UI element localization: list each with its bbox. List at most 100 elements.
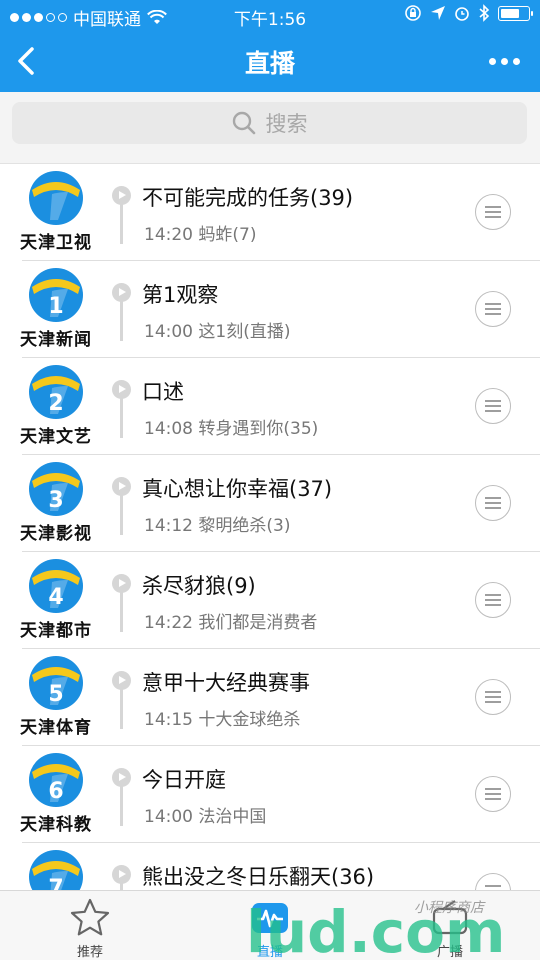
channel-number: 1 — [48, 294, 63, 319]
channel-list: 天津卫视 不可能完成的任务(39) 14:20 蚂蚱(7) 1 天津新闻 第1观… — [0, 164, 540, 890]
tab-live[interactable]: 直播 — [210, 891, 330, 961]
current-program: 意甲十大经典赛事 — [142, 671, 310, 695]
tianjin-tv-logo-icon: 5 — [29, 656, 83, 710]
channel-number: 2 — [48, 391, 63, 416]
timeline — [112, 865, 132, 890]
next-program: 14:22 我们都是消费者 — [144, 613, 318, 633]
program-list-button[interactable] — [475, 388, 511, 424]
live-tv-icon — [252, 903, 288, 933]
channel-number: 3 — [48, 488, 63, 513]
tab-live-label: 直播 — [256, 945, 283, 960]
tianjin-tv-logo-icon: 6 — [29, 753, 83, 807]
tianjin-tv-logo-icon: 3 — [29, 462, 83, 516]
channel-logo: 7 — [14, 849, 98, 890]
channel-row[interactable]: 4 天津都市 杀尽豺狼(9) 14:22 我们都是消费者 — [0, 552, 540, 649]
timeline — [112, 380, 132, 440]
timeline — [112, 186, 132, 246]
orientation-lock-icon — [405, 5, 421, 21]
next-program: 14:15 十大金球绝杀 — [144, 710, 301, 730]
bluetooth-icon — [479, 4, 490, 22]
program-list-button[interactable] — [475, 291, 511, 327]
play-icon — [112, 283, 131, 302]
channel-name: 天津体育 — [20, 718, 92, 738]
channel-logo: 1 天津新闻 — [14, 267, 98, 350]
search-input[interactable]: 搜索 — [12, 102, 527, 144]
timeline — [112, 671, 132, 731]
channel-number: 6 — [48, 779, 63, 804]
play-icon — [112, 865, 131, 884]
next-program: 14:00 这1刻(直播) — [144, 322, 291, 342]
program-list-button[interactable] — [475, 679, 511, 715]
next-program: 14:12 黎明绝杀(3) — [144, 516, 291, 536]
tab-radio[interactable]: 广播 — [390, 891, 510, 961]
tab-bar: 推荐 直播 广播 — [0, 890, 540, 960]
channel-row[interactable]: 5 天津体育 意甲十大经典赛事 14:15 十大金球绝杀 — [0, 649, 540, 746]
current-program: 不可能完成的任务(39) — [142, 186, 354, 210]
channel-name: 天津卫视 — [20, 233, 92, 253]
channel-row[interactable]: 2 天津文艺 口述 14:08 转身遇到你(35) — [0, 358, 540, 455]
program-list-button[interactable] — [475, 582, 511, 618]
channel-name: 天津文艺 — [20, 427, 92, 447]
channel-number: 7 — [48, 876, 63, 890]
next-program: 14:08 转身遇到你(35) — [144, 419, 319, 439]
program-list-button[interactable] — [475, 194, 511, 230]
channel-row[interactable]: 7 熊出没之冬日乐翻天(36) — [0, 843, 540, 890]
search-bar: 搜索 — [0, 92, 540, 164]
app-header: 中国联通 下午1:56 直播 — [0, 0, 540, 92]
star-icon — [70, 898, 110, 936]
channel-logo: 2 天津文艺 — [14, 364, 98, 447]
alarm-icon — [455, 7, 469, 21]
program-list-button[interactable] — [475, 776, 511, 812]
play-icon — [112, 477, 131, 496]
more-horizontal-icon — [488, 57, 496, 65]
channel-row[interactable]: 6 天津科教 今日开庭 14:00 法治中国 — [0, 746, 540, 843]
channel-row[interactable]: 3 天津影视 真心想让你幸福(37) 14:12 黎明绝杀(3) — [0, 455, 540, 552]
nav-bar: 直播 — [0, 30, 540, 92]
more-button[interactable] — [486, 46, 522, 76]
play-icon — [112, 768, 131, 787]
current-program: 杀尽豺狼(9) — [142, 574, 256, 598]
play-icon — [112, 186, 131, 205]
current-program: 第1观察 — [142, 283, 219, 307]
status-bar: 中国联通 下午1:56 — [0, 0, 540, 30]
next-program: 14:00 法治中国 — [144, 807, 267, 827]
next-program: 14:20 蚂蚱(7) — [144, 225, 257, 245]
channel-logo: 4 天津都市 — [14, 558, 98, 641]
tianjin-tv-logo-icon: 1 — [29, 268, 83, 322]
channel-row[interactable]: 1 天津新闻 第1观察 14:00 这1刻(直播) — [0, 261, 540, 358]
current-program: 真心想让你幸福(37) — [142, 477, 333, 501]
current-program: 口述 — [142, 380, 184, 404]
channel-logo: 天津卫视 — [14, 170, 98, 253]
channel-logo: 6 天津科教 — [14, 752, 98, 835]
play-icon — [112, 380, 131, 399]
channel-row[interactable]: 天津卫视 不可能完成的任务(39) 14:20 蚂蚱(7) — [0, 164, 540, 261]
tianjin-tv-logo-icon: 7 — [29, 850, 83, 890]
play-icon — [112, 574, 131, 593]
channel-number: 5 — [48, 682, 63, 707]
channel-name: 天津新闻 — [20, 330, 92, 350]
tianjin-tv-logo-icon: 2 — [29, 365, 83, 419]
location-icon — [431, 6, 445, 20]
page-title: 直播 — [244, 49, 295, 78]
timeline — [112, 574, 132, 634]
program-list-button[interactable] — [475, 485, 511, 521]
search-placeholder: 搜索 — [265, 112, 308, 136]
channel-logo: 3 天津影视 — [14, 461, 98, 544]
tab-recommend-label: 推荐 — [76, 945, 103, 960]
radio-icon — [432, 900, 468, 935]
tab-recommend[interactable]: 推荐 — [30, 891, 150, 961]
channel-name: 天津科教 — [20, 815, 92, 835]
timeline — [112, 477, 132, 537]
tianjin-tv-logo-icon: 4 — [29, 559, 83, 613]
timeline — [112, 283, 132, 343]
play-icon — [112, 671, 131, 690]
channel-number: 4 — [48, 585, 63, 610]
current-program: 熊出没之冬日乐翻天(36) — [142, 865, 375, 889]
program-list-button[interactable] — [475, 873, 511, 890]
timeline — [112, 768, 132, 828]
current-program: 今日开庭 — [142, 768, 226, 792]
channel-name: 天津影视 — [20, 524, 92, 544]
tab-radio-label: 广播 — [436, 945, 463, 960]
search-icon — [232, 111, 255, 135]
tianjin-tv-logo-icon — [29, 171, 83, 225]
